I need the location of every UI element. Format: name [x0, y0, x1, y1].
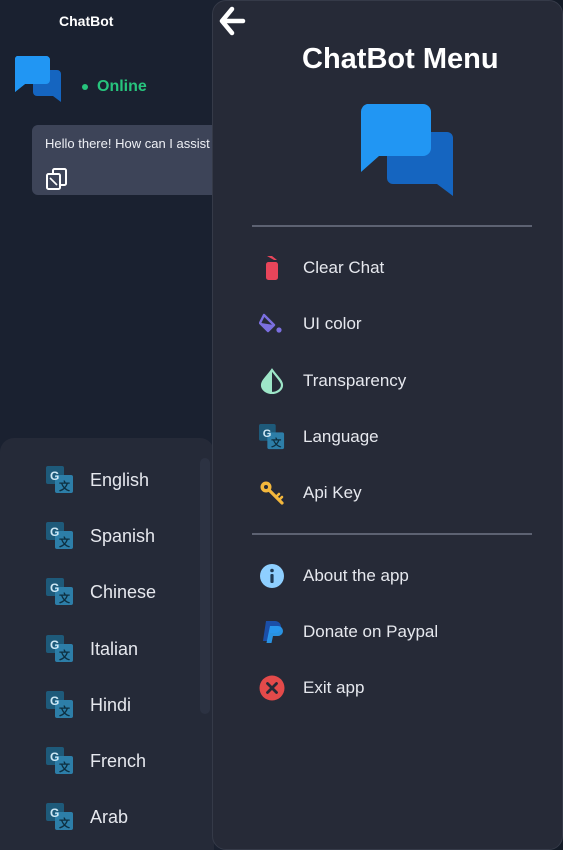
clear-chat-icon: [266, 256, 278, 280]
svg-text:G: G: [50, 806, 59, 820]
svg-text:G: G: [50, 469, 59, 483]
translate-icon: G 文: [46, 522, 73, 549]
info-icon: [260, 564, 284, 588]
svg-text:G: G: [50, 750, 59, 764]
language-label: French: [90, 751, 147, 771]
menu-item-api-key[interactable]: Api Key: [252, 471, 532, 515]
menu-item-label: UI color: [303, 314, 362, 333]
status-label: Online: [97, 78, 147, 95]
svg-text:文: 文: [59, 704, 71, 718]
menu-item-label: Exit app: [303, 678, 365, 697]
svg-text:G: G: [50, 694, 59, 708]
svg-text:G: G: [50, 525, 59, 539]
key-icon: [260, 481, 284, 505]
svg-text:文: 文: [59, 591, 71, 605]
language-label: Arab: [90, 807, 129, 827]
svg-text:文: 文: [59, 760, 71, 774]
paint-bucket-icon: [259, 313, 282, 333]
menu-divider: [252, 225, 532, 227]
menu-item-transparency[interactable]: Transparency: [252, 359, 532, 403]
language-label: English: [90, 470, 150, 490]
menu-item-label: About the app: [303, 566, 409, 585]
menu-item-label: Transparency: [303, 371, 407, 390]
chat-window: ChatBot Online Hello there! How can I as…: [0, 0, 277, 850]
online-status: Online: [82, 78, 147, 96]
menu-divider: [252, 533, 532, 535]
language-item-arab[interactable]: G 文 Arab: [0, 795, 200, 839]
language-label: Chinese: [90, 582, 157, 602]
back-arrow-icon[interactable]: [218, 6, 246, 36]
language-item-chinese[interactable]: G 文 Chinese: [0, 570, 200, 614]
translate-icon: G 文: [46, 635, 73, 662]
language-item-hindi[interactable]: G 文 Hindi: [0, 683, 200, 727]
transparency-drop-icon: [260, 368, 284, 394]
menu-item-label: Clear Chat: [303, 258, 385, 277]
menu-title: ChatBot Menu: [302, 43, 499, 75]
translate-icon: G 文: [46, 578, 73, 605]
language-item-italian[interactable]: G 文 Italian: [0, 627, 200, 671]
svg-text:文: 文: [59, 479, 71, 493]
menu-item-clear-chat[interactable]: Clear Chat: [252, 246, 532, 290]
svg-text:文: 文: [59, 816, 71, 830]
language-label: Hindi: [90, 695, 132, 715]
translate-icon: G 文: [46, 691, 73, 718]
svg-text:文: 文: [59, 648, 71, 662]
menu-item-language[interactable]: G 文 Language: [252, 415, 532, 459]
status-dot-icon: [82, 84, 88, 90]
chat-logo-icon: [14, 56, 61, 102]
translate-icon: G 文: [46, 466, 73, 493]
svg-text:G: G: [263, 428, 272, 440]
language-item-french[interactable]: G 文 French: [0, 739, 200, 783]
menu-item-ui-color[interactable]: UI color: [252, 302, 532, 346]
copy-icon[interactable]: [44, 165, 70, 191]
language-scrollbar[interactable]: [200, 458, 210, 714]
menu-item-donate[interactable]: Donate on Paypal: [252, 610, 532, 654]
translate-icon: G 文: [46, 803, 73, 830]
svg-text:G: G: [50, 581, 59, 595]
svg-text:文: 文: [270, 436, 282, 449]
translate-icon: G 文: [46, 747, 73, 774]
bot-message-bubble: Hello there! How can I assist you today?: [32, 125, 277, 195]
menu-item-label: Api Key: [303, 483, 362, 502]
language-item-spanish[interactable]: G 文 Spanish: [0, 514, 200, 558]
language-item-english[interactable]: G 文 English: [0, 458, 200, 502]
app-title: ChatBot: [59, 13, 114, 29]
menu-item-label: Donate on Paypal: [303, 622, 439, 641]
menu-item-label: Language: [303, 427, 379, 446]
language-label: Italian: [90, 639, 139, 659]
chat-logo-icon: [360, 104, 453, 196]
language-label: Spanish: [90, 526, 156, 546]
svg-text:文: 文: [59, 535, 71, 549]
svg-text:G: G: [50, 638, 59, 652]
menu-item-about[interactable]: About the app: [252, 554, 532, 598]
translate-icon: G 文: [259, 424, 285, 449]
language-panel: G 文 English G 文 Spanish G 文 Chinese G 文 …: [0, 438, 214, 850]
exit-icon: [259, 675, 285, 701]
menu-item-exit[interactable]: Exit app: [252, 666, 532, 710]
paypal-icon: [263, 621, 283, 643]
